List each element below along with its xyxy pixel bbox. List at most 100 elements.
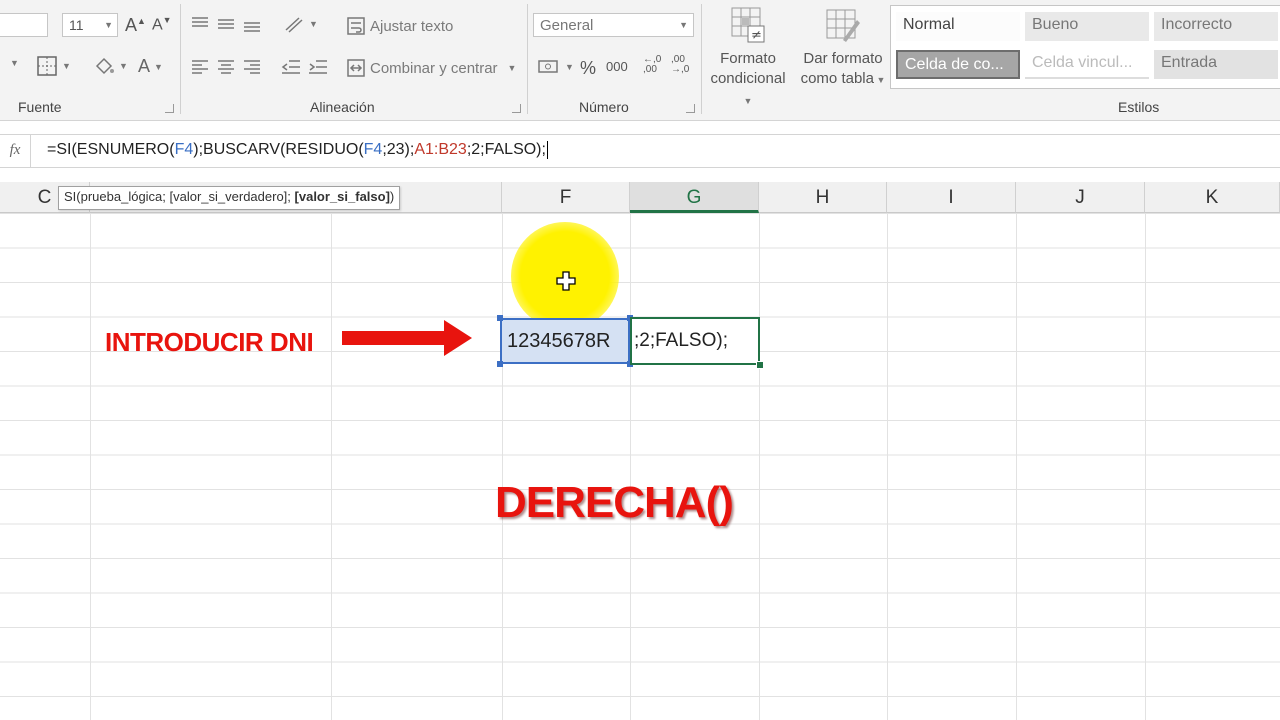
- align-left-button[interactable]: [190, 57, 210, 77]
- chevron-down-icon: ▼: [679, 20, 688, 30]
- formula-input[interactable]: =SI(ESNUMERO(F4);BUSCARV(RESIDUO(F4;23);…: [47, 141, 548, 159]
- formula-bar: fx =SI(ESNUMERO(F4);BUSCARV(RESIDUO(F4;2…: [0, 134, 1280, 168]
- chevron-down-icon: ▼: [565, 62, 574, 72]
- annotation-derecha: DERECHA(): [495, 478, 734, 527]
- chevron-down-icon: ▼: [154, 61, 163, 72]
- align-left-icon: [192, 60, 208, 74]
- fill-color-button[interactable]: ▼: [93, 55, 128, 77]
- wrap-text-icon: [347, 17, 365, 35]
- align-middle-button[interactable]: [216, 14, 236, 34]
- format-as-table-icon: [826, 9, 860, 42]
- format-as-table-button[interactable]: Dar formato como tabla ▼: [798, 6, 888, 90]
- group-label-alignment: Alineación: [310, 99, 375, 115]
- style-entrada[interactable]: Entrada: [1154, 50, 1278, 79]
- group-label-styles: Estilos: [1118, 99, 1160, 115]
- column-header-h[interactable]: H: [759, 182, 887, 213]
- font-size-box[interactable]: 11 ▼: [62, 13, 118, 37]
- tooltip-active-arg: [valor_si_falso]: [294, 189, 390, 204]
- font-size-value: 11: [69, 17, 84, 33]
- dialog-launcher-icon[interactable]: [165, 104, 174, 113]
- font-color-button[interactable]: A ▼: [138, 56, 163, 77]
- formula-part: F4: [363, 141, 383, 159]
- formula-part: );BUSCARV(RESIDUO(: [193, 141, 364, 159]
- column-gridline: [887, 213, 888, 720]
- align-center-button[interactable]: [216, 57, 236, 77]
- column-gridline: [759, 213, 760, 720]
- column-header-i[interactable]: I: [887, 182, 1016, 213]
- align-bottom-icon: [244, 22, 260, 32]
- style-normal[interactable]: Normal: [896, 12, 1020, 41]
- function-tooltip: SI(prueba_lógica; [valor_si_verdadero]; …: [58, 186, 401, 210]
- formula-part: ;23);: [382, 141, 415, 159]
- increase-indent-icon: [309, 60, 327, 74]
- column-header-g[interactable]: G: [630, 182, 759, 213]
- chevron-down-icon: ▼: [10, 58, 19, 68]
- orientation-button[interactable]: ▼: [283, 14, 318, 34]
- align-bottom-button[interactable]: [242, 14, 262, 34]
- decrease-indent-button[interactable]: [280, 57, 302, 77]
- tooltip-args: SI(prueba_lógica; [valor_si_verdadero];: [64, 189, 295, 204]
- align-top-button[interactable]: [190, 14, 210, 34]
- merge-center-icon: [347, 59, 365, 77]
- merge-center-label: Combinar y centrar: [370, 59, 498, 77]
- column-header-f[interactable]: F: [502, 182, 630, 213]
- paint-bucket-icon: [95, 57, 114, 75]
- style-celda-vinculada[interactable]: Celda vincul...: [1025, 50, 1149, 79]
- percent-button[interactable]: %: [580, 58, 596, 79]
- chevron-down-icon: ▼: [743, 96, 753, 106]
- underline-dropdown[interactable]: ▼: [10, 58, 19, 68]
- group-separator: [701, 4, 702, 114]
- conditional-format-icon: ≠: [731, 7, 765, 43]
- number-format-value: General: [540, 17, 594, 34]
- group-label-number: Número: [579, 99, 629, 115]
- decrease-decimal-button[interactable]: ,00 →,0: [671, 55, 689, 75]
- align-right-icon: [244, 60, 260, 74]
- style-bueno[interactable]: Bueno: [1025, 12, 1149, 41]
- chevron-down-icon: ▼: [309, 19, 318, 29]
- move-cursor-icon: [556, 271, 576, 291]
- align-right-button[interactable]: [242, 57, 262, 77]
- align-center-icon: [218, 60, 234, 74]
- dialog-launcher-icon[interactable]: [686, 104, 695, 113]
- red-arrow-icon: [342, 320, 472, 356]
- font-name-box[interactable]: [0, 13, 48, 37]
- decrease-font-icon: A▼: [152, 15, 172, 34]
- increase-indent-button[interactable]: [307, 57, 329, 77]
- column-gridline: [331, 213, 332, 720]
- chevron-down-icon: ▼: [104, 20, 113, 30]
- conditional-format-label-2: condicional: [710, 70, 786, 87]
- conditional-format-button[interactable]: ≠ Formato condicional ▼: [706, 6, 790, 111]
- style-incorrecto[interactable]: Incorrecto: [1154, 12, 1278, 41]
- group-label-font: Fuente: [18, 99, 62, 115]
- wrap-text-button[interactable]: Ajustar texto: [346, 16, 453, 36]
- range-handle[interactable]: [497, 361, 503, 367]
- conditional-format-label-1: Formato: [720, 50, 776, 67]
- number-format-select[interactable]: General ▼: [533, 13, 694, 37]
- increase-font-button[interactable]: A▲: [125, 15, 146, 36]
- accounting-format-button[interactable]: ▼: [537, 57, 574, 77]
- style-celda-de-comprobacion[interactable]: Celda de co...: [896, 50, 1020, 79]
- merge-center-button[interactable]: Combinar y centrar ▼: [346, 58, 516, 78]
- range-handle[interactable]: [497, 315, 503, 321]
- cell-styles-gallery: Normal Bueno Incorrecto Celda de co... C…: [890, 5, 1280, 89]
- cell-g4-active[interactable]: ;2;FALSO);: [630, 317, 760, 365]
- dialog-launcher-icon[interactable]: [512, 104, 521, 113]
- decrease-font-button[interactable]: A▼: [152, 15, 172, 34]
- column-gridline: [630, 213, 631, 720]
- increase-decimal-icon: ←,0,00: [643, 54, 662, 75]
- group-separator: [180, 4, 181, 114]
- thousands-separator-button[interactable]: 000: [606, 59, 628, 74]
- fill-handle[interactable]: [756, 361, 764, 369]
- worksheet-grid[interactable]: [0, 213, 1280, 720]
- cell-g4-text: ;2;FALSO);: [634, 330, 728, 351]
- borders-button[interactable]: ▼: [36, 55, 71, 77]
- cell-f4[interactable]: 12345678R: [500, 318, 630, 364]
- increase-decimal-button[interactable]: ←,0,00: [643, 55, 661, 75]
- format-as-table-label-1: Dar formato: [803, 50, 883, 67]
- tooltip-close: ): [389, 189, 395, 204]
- decrease-decimal-icon: ,00 →,0: [671, 54, 690, 75]
- insert-function-icon[interactable]: fx: [0, 135, 31, 167]
- column-header-k[interactable]: K: [1145, 182, 1280, 213]
- column-header-j[interactable]: J: [1016, 182, 1145, 213]
- column-gridline: [1016, 213, 1017, 720]
